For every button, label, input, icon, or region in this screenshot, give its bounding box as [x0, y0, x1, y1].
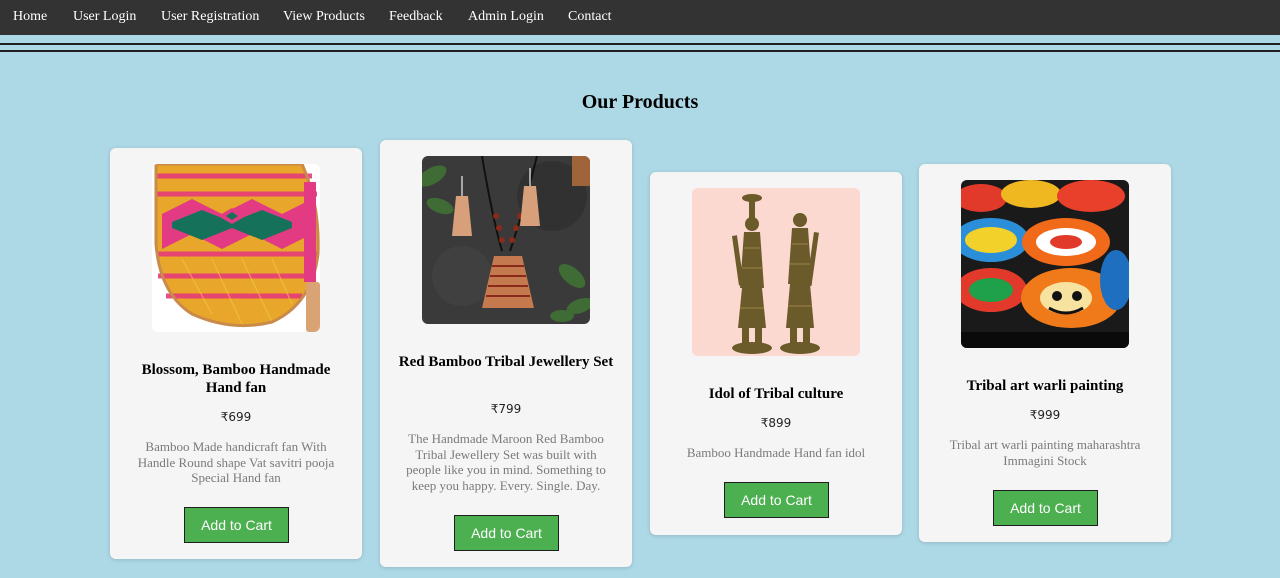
- product-name: Blossom, Bamboo Handmade Hand fan: [141, 362, 331, 396]
- product-description: The Handmade Maroon Red Bamboo Tribal Je…: [406, 431, 606, 493]
- nav-contact[interactable]: Contact: [568, 9, 612, 25]
- product-description: Bamboo Made handicraft fan With Handle R…: [137, 439, 335, 485]
- product-description: Bamboo Handmade Hand fan idol: [686, 445, 866, 460]
- add-to-cart-button[interactable]: Add to Cart: [454, 515, 559, 551]
- product-description: Tribal art warli painting maharashtra Im…: [949, 437, 1141, 468]
- brass-idol-image: [692, 188, 860, 356]
- product-card: Blossom, Bamboo Handmade Hand fan ₹699 B…: [110, 148, 362, 559]
- page-title: Our Products: [581, 91, 699, 113]
- divider-line-top: [0, 43, 1280, 45]
- product-name: Red Bamboo Tribal Jewellery Set: [398, 354, 614, 370]
- product-price: ₹999: [1029, 408, 1061, 422]
- product-card: Red Bamboo Tribal Jewellery Set ₹799 The…: [380, 140, 632, 567]
- necklace-earrings-image: [422, 156, 590, 324]
- nav-view-products[interactable]: View Products: [283, 9, 365, 25]
- add-to-cart-button[interactable]: Add to Cart: [724, 482, 829, 518]
- product-price: ₹699: [220, 410, 252, 424]
- product-price: ₹899: [760, 416, 792, 430]
- add-to-cart-button[interactable]: Add to Cart: [184, 507, 289, 543]
- woven-hand-fan-image: [152, 164, 320, 332]
- nav-feedback[interactable]: Feedback: [389, 9, 443, 25]
- product-card: Idol of Tribal culture ₹899 Bamboo Handm…: [650, 172, 902, 535]
- product-name: Idol of Tribal culture: [708, 386, 844, 402]
- nav-home[interactable]: Home: [13, 9, 47, 25]
- nav-user-login[interactable]: User Login: [73, 9, 136, 25]
- product-price: ₹799: [490, 402, 522, 416]
- divider-line-bottom: [0, 50, 1280, 52]
- nav-user-registration[interactable]: User Registration: [161, 9, 259, 25]
- product-name: Tribal art warli painting: [966, 378, 1124, 394]
- painted-boxes-image: [961, 180, 1129, 348]
- product-card: Tribal art warli painting ₹999 Tribal ar…: [919, 164, 1171, 542]
- nav-admin-login[interactable]: Admin Login: [468, 9, 544, 25]
- add-to-cart-button[interactable]: Add to Cart: [993, 490, 1098, 526]
- navbar: Home User Login User Registration View P…: [0, 0, 1280, 35]
